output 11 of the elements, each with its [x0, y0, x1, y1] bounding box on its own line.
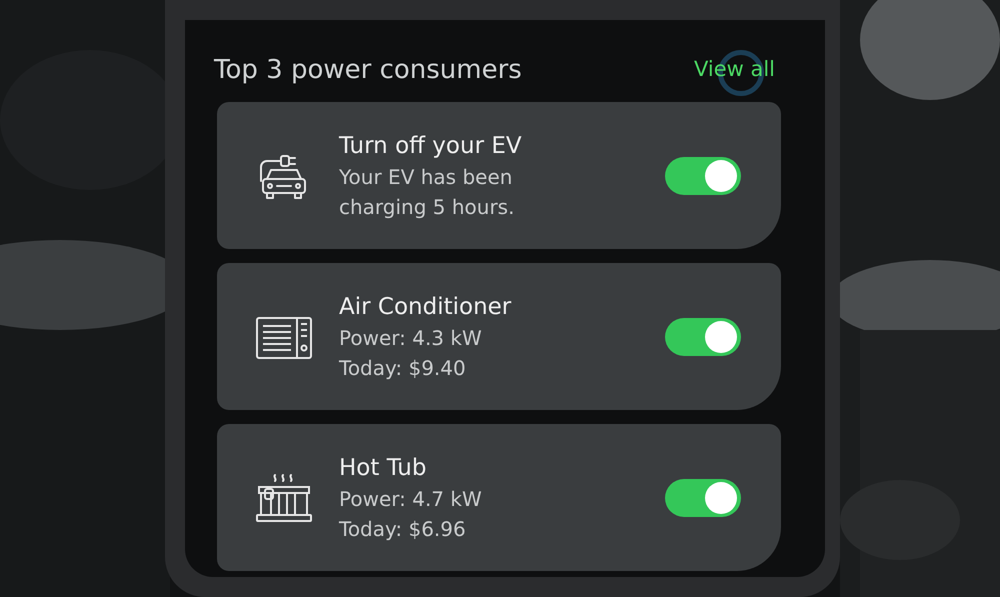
consumer-detail: Power: 4.3 kW	[339, 324, 483, 352]
consumer-title: Turn off your EV	[339, 132, 523, 160]
consumer-detail: Today: $6.96	[339, 516, 467, 542]
section-title: Top 3 power consumers	[214, 54, 522, 86]
consumer-detail: charging 5 hours.	[339, 194, 516, 220]
consumer-title: Hot Tub	[339, 454, 428, 482]
consumer-detail: Your EV has been	[339, 164, 514, 190]
consumer-title: Air Conditioner	[339, 292, 512, 322]
view-all-link[interactable]: View all	[694, 57, 775, 82]
consumer-detail: Today: $9.40	[339, 354, 467, 382]
consumer-detail: Power: 4.7 kW	[339, 486, 483, 512]
